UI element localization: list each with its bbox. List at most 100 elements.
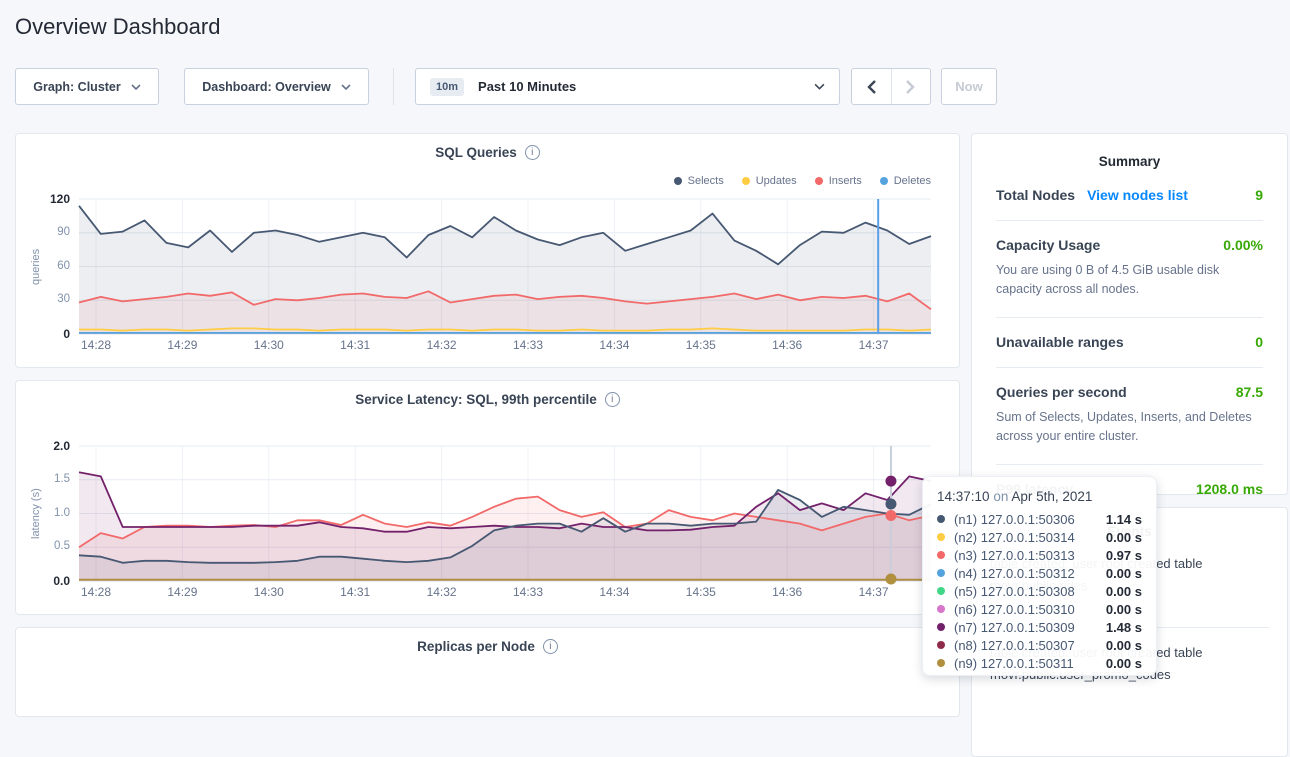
tooltip-node-value: 0.00 s	[1106, 602, 1142, 617]
summary-metric-value: 0.00%	[1223, 237, 1263, 253]
tooltip-node-dot	[937, 623, 945, 631]
y-tick: 0.5	[16, 540, 70, 552]
chart-legend: Selects Updates Inserts Deletes	[674, 175, 931, 187]
x-tick: 14:31	[331, 338, 379, 352]
x-tick: 14:34	[590, 338, 638, 352]
tooltip-node-value: 0.97 s	[1106, 548, 1142, 563]
tooltip-node-label: (n1) 127.0.0.1:50306	[954, 512, 1075, 527]
legend-dot	[815, 177, 823, 185]
view-nodes-list-link[interactable]: View nodes list	[1087, 187, 1188, 203]
chart-hover-tooltip: 14:37:10 on Apr 5th, 2021 (n1) 127.0.0.1…	[922, 476, 1157, 676]
tooltip-node-value: 0.00 s	[1106, 638, 1142, 653]
x-tick: 14:31	[331, 585, 379, 599]
summary-rows: Total NodesView nodes list9Capacity Usag…	[972, 169, 1287, 514]
info-icon[interactable]: i	[605, 392, 620, 407]
time-range-dropdown[interactable]: 10m Past 10 Minutes	[415, 68, 840, 105]
tooltip-node-dot	[937, 641, 945, 649]
time-back-button[interactable]	[852, 69, 891, 104]
y-tick: 120	[16, 192, 70, 206]
summary-metric-value: 87.5	[1236, 384, 1263, 400]
chevron-left-icon	[867, 80, 876, 94]
x-tick: 14:28	[72, 585, 120, 599]
info-icon[interactable]: i	[543, 639, 558, 654]
summary-panel: Summary Total NodesView nodes list9Capac…	[971, 133, 1288, 495]
tooltip-node-row: (n1) 127.0.0.1:503061.14 s	[937, 510, 1142, 528]
summary-metric-desc: You are using 0 B of 4.5 GiB usable disk…	[996, 261, 1263, 300]
y-tick: 90	[16, 226, 70, 238]
dashboard-dropdown[interactable]: Dashboard: Overview	[184, 68, 369, 105]
tooltip-node-row: (n5) 127.0.0.1:50308 0.00 s	[937, 582, 1142, 600]
divider	[393, 68, 394, 105]
tooltip-node-dot	[937, 659, 945, 667]
y-tick: 1.5	[16, 473, 70, 485]
info-icon[interactable]: i	[525, 145, 540, 160]
now-button[interactable]: Now	[941, 68, 997, 105]
tooltip-node-label: (n3) 127.0.0.1:50313	[954, 548, 1075, 563]
x-tick: 14:28	[72, 338, 120, 352]
graph-dropdown[interactable]: Graph: Cluster	[15, 68, 159, 105]
legend-label: Selects	[688, 175, 724, 187]
service-latency-panel: Service Latency: SQL, 99th percentilei l…	[15, 380, 960, 615]
legend-label: Deletes	[894, 175, 931, 187]
tooltip-node-row: (n2) 127.0.0.1:50314 0.00 s	[937, 528, 1142, 546]
tooltip-node-value: 0.00 s	[1106, 656, 1142, 671]
x-tick: 14:30	[245, 585, 293, 599]
summary-metric-label: Total Nodes	[996, 187, 1075, 203]
tooltip-node-row: (n3) 127.0.0.1:50313 0.97 s	[937, 546, 1142, 564]
service-latency-chart[interactable]	[79, 446, 931, 581]
sql-queries-chart[interactable]	[79, 199, 931, 334]
x-tick: 14:35	[677, 585, 725, 599]
chevron-down-icon	[341, 84, 351, 90]
range-label: Past 10 Minutes	[478, 79, 804, 94]
summary-metric-value: 0	[1255, 334, 1263, 350]
dashboard-dropdown-label: Dashboard: Overview	[202, 80, 331, 94]
chart-title: Service Latency: SQL, 99th percentilei	[16, 391, 959, 407]
legend-item-deletes[interactable]: Deletes	[880, 175, 931, 187]
graph-dropdown-label: Graph: Cluster	[33, 80, 121, 94]
legend-dot	[674, 177, 682, 185]
y-tick: 60	[16, 260, 70, 272]
legend-dot	[880, 177, 888, 185]
tooltip-node-row: (n6) 127.0.0.1:503100.00 s	[937, 600, 1142, 618]
tooltip-node-value: 0.00 s	[1106, 584, 1142, 599]
y-axis-ticks: 0.00.51.01.52.0	[16, 446, 70, 581]
chevron-right-icon	[906, 80, 915, 94]
x-tick: 14:37	[850, 585, 898, 599]
chevron-down-icon	[131, 84, 141, 90]
summary-metric-value: 1208.0 ms	[1196, 481, 1263, 497]
x-tick: 14:30	[245, 338, 293, 352]
chart-title: Replicas per Nodei	[16, 638, 959, 654]
legend-label: Inserts	[829, 175, 862, 187]
tooltip-node-dot	[937, 569, 945, 577]
legend-dot	[742, 177, 750, 185]
tooltip-node-label: (n5) 127.0.0.1:50308	[954, 584, 1075, 599]
hover-dot	[885, 499, 896, 510]
legend-item-inserts[interactable]: Inserts	[815, 175, 862, 187]
tooltip-node-value: 1.48 s	[1106, 620, 1142, 635]
chevron-down-icon	[814, 83, 825, 90]
time-forward-button[interactable]	[891, 69, 930, 104]
x-axis-ticks: 14:2814:2914:3014:3114:3214:3314:3414:35…	[79, 338, 931, 354]
y-tick: 0	[16, 327, 70, 341]
tooltip-rows: (n1) 127.0.0.1:503061.14 s(n2) 127.0.0.1…	[937, 510, 1142, 672]
tooltip-node-dot	[937, 515, 945, 523]
tooltip-node-row: (n8) 127.0.0.1:503070.00 s	[937, 636, 1142, 654]
x-tick: 14:36	[763, 585, 811, 599]
x-axis-ticks: 14:2814:2914:3014:3114:3214:3314:3414:35…	[79, 585, 931, 601]
tooltip-node-label: (n7) 127.0.0.1:50309	[954, 620, 1075, 635]
tooltip-node-dot	[937, 533, 945, 541]
x-tick: 14:36	[763, 338, 811, 352]
summary-metric-desc: Sum of Selects, Updates, Inserts, and De…	[996, 408, 1263, 447]
summary-metric-label: Capacity Usage	[996, 237, 1100, 253]
summary-row: Unavailable ranges0	[996, 318, 1263, 368]
tooltip-node-dot	[937, 587, 945, 595]
legend-item-selects[interactable]: Selects	[674, 175, 724, 187]
tooltip-node-label: (n2) 127.0.0.1:50314	[954, 530, 1075, 545]
x-tick: 14:32	[418, 338, 466, 352]
legend-item-updates[interactable]: Updates	[742, 175, 797, 187]
tooltip-node-value: 0.00 s	[1106, 530, 1142, 545]
summary-title: Summary	[972, 154, 1287, 169]
range-badge: 10m	[430, 78, 464, 96]
hover-dot	[885, 476, 896, 487]
replicas-per-node-panel: Replicas per Nodei	[15, 627, 960, 717]
